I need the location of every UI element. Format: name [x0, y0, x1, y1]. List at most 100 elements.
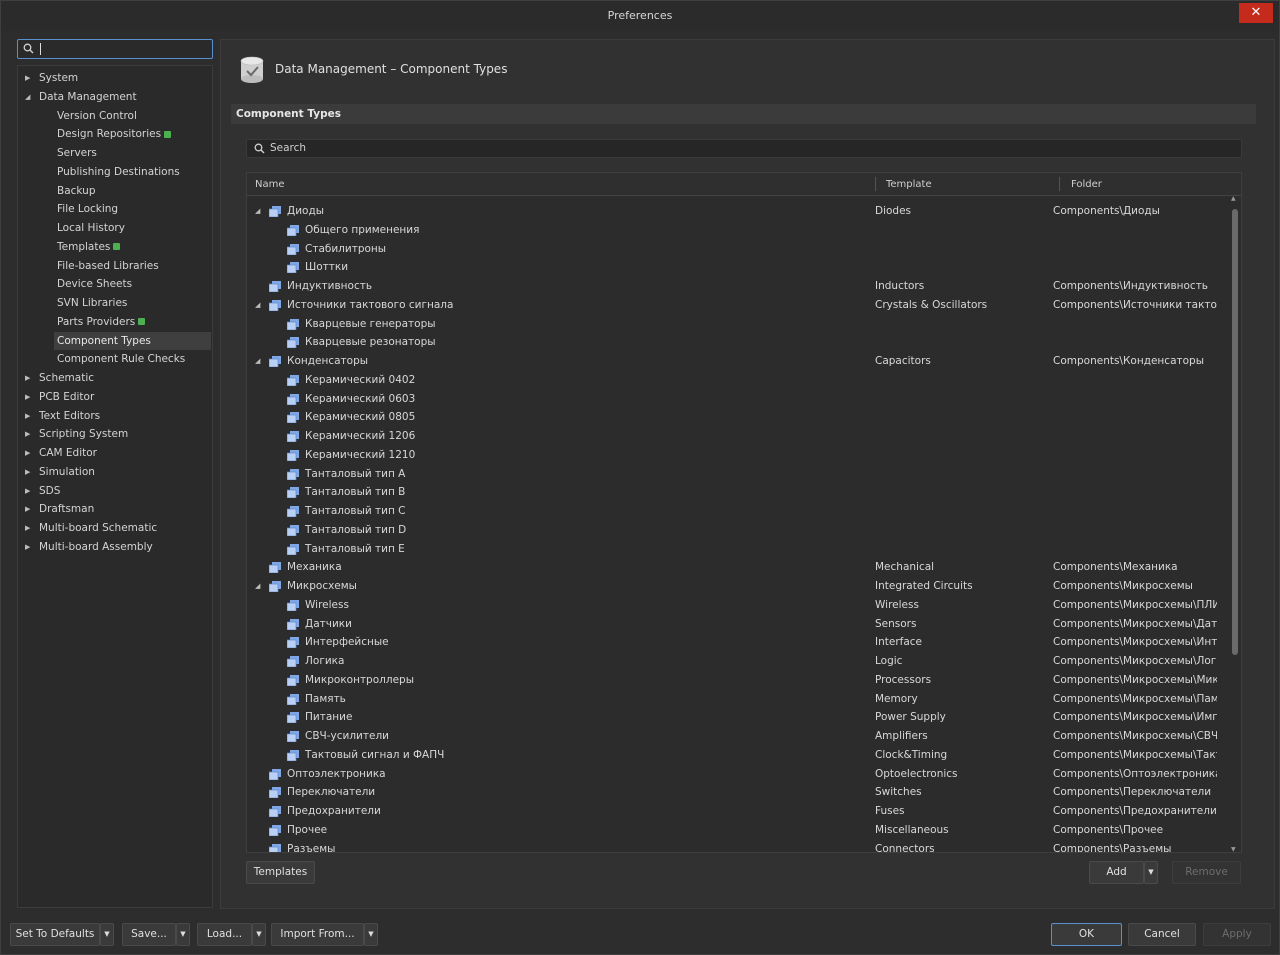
- sidebar-item[interactable]: ▶ Simulation: [18, 463, 212, 482]
- collapsed-arrow-icon[interactable]: ▶: [25, 407, 30, 425]
- collapsed-arrow-icon[interactable]: ▶: [25, 463, 30, 481]
- table-row[interactable]: Оптоэлектроника Optoelectronics Components…: [247, 765, 1227, 784]
- table-row[interactable]: Интерфейсные Interface Components\Микросхе…: [247, 633, 1227, 652]
- sidebar-item[interactable]: Servers: [18, 144, 212, 163]
- add-button[interactable]: Add: [1089, 861, 1144, 884]
- sidebar-item[interactable]: Component Rule Checks: [18, 350, 212, 369]
- expanded-arrow-icon[interactable]: ◢: [255, 202, 260, 220]
- table-row[interactable]: Предохранители Fuses Components\Предохрани…: [247, 802, 1227, 821]
- sidebar-item[interactable]: ◢ Data Management: [18, 88, 212, 107]
- sidebar-item[interactable]: Device Sheets: [18, 275, 212, 294]
- sidebar-item[interactable]: Version Control: [18, 107, 212, 126]
- column-header-folder[interactable]: Folder: [1071, 179, 1102, 190]
- table-row[interactable]: СВЧ-усилители Amplifiers Components\Микрос…: [247, 727, 1227, 746]
- cancel-button[interactable]: Cancel: [1128, 923, 1196, 946]
- table-row[interactable]: Прочее Miscellaneous Components\Прочее: [247, 821, 1227, 840]
- table-row[interactable]: Разъемы Connectors Components\Разъемы: [247, 840, 1227, 852]
- collapsed-arrow-icon[interactable]: ▶: [25, 388, 30, 406]
- save-button[interactable]: Save...: [122, 923, 176, 946]
- sidebar-item[interactable]: SVN Libraries: [18, 294, 212, 313]
- table-row[interactable]: Стабилитроны: [247, 240, 1227, 259]
- sidebar-item[interactable]: ▶ Multi-board Schematic: [18, 519, 212, 538]
- table-row[interactable]: Шоттки: [247, 258, 1227, 277]
- table-row[interactable]: Память Memory Components\Микросхемы\Памят: [247, 690, 1227, 709]
- sidebar-item[interactable]: ▶ Scripting System: [18, 425, 212, 444]
- table-row[interactable]: Керамический 1206: [247, 427, 1227, 446]
- table-row[interactable]: Датчики Sensors Components\Микросхемы\Датч…: [247, 615, 1227, 634]
- expanded-arrow-icon[interactable]: ◢: [255, 577, 260, 595]
- table-row[interactable]: Тактовый сигнал и ФАПЧ Clock&Timing Compon…: [247, 746, 1227, 765]
- table-row[interactable]: Общего применения: [247, 221, 1227, 240]
- column-separator[interactable]: [1059, 177, 1060, 191]
- expanded-arrow-icon[interactable]: ◢: [255, 296, 260, 314]
- table-row[interactable]: Танталовый тип B: [247, 483, 1227, 502]
- add-dropdown-arrow[interactable]: ▼: [1144, 861, 1158, 884]
- apply-button[interactable]: Apply: [1203, 923, 1271, 946]
- collapsed-arrow-icon[interactable]: ▶: [25, 444, 30, 462]
- expanded-arrow-icon[interactable]: ◢: [25, 88, 30, 106]
- collapsed-arrow-icon[interactable]: ▶: [25, 500, 30, 518]
- sidebar-item[interactable]: ▶ PCB Editor: [18, 388, 212, 407]
- expanded-arrow-icon[interactable]: ◢: [255, 352, 260, 370]
- sidebar-item[interactable]: Component Types: [54, 331, 211, 351]
- vertical-scrollbar[interactable]: ▲ ▼: [1231, 195, 1238, 852]
- sidebar-item[interactable]: File-based Libraries: [18, 257, 212, 276]
- sidebar-item[interactable]: Publishing Destinations: [18, 163, 212, 182]
- sidebar-item[interactable]: Design Repositories: [18, 125, 212, 144]
- column-header-template[interactable]: Template: [886, 179, 932, 190]
- sidebar-item[interactable]: ▶ Draftsman: [18, 500, 212, 519]
- table-row[interactable]: Индуктивность Inductors Components\Индукти…: [247, 277, 1227, 296]
- close-button[interactable]: ✕: [1239, 3, 1273, 23]
- table-row[interactable]: Логика Logic Components\Микросхемы\Логик: [247, 652, 1227, 671]
- table-row[interactable]: Танталовый тип E: [247, 540, 1227, 559]
- import-from-button[interactable]: Import From...: [271, 923, 364, 946]
- set-to-defaults-button[interactable]: Set To Defaults: [10, 923, 100, 946]
- sidebar-search-input[interactable]: [17, 39, 213, 59]
- collapsed-arrow-icon[interactable]: ▶: [25, 519, 30, 537]
- collapsed-arrow-icon[interactable]: ▶: [25, 425, 30, 443]
- sidebar-item[interactable]: Templates: [18, 238, 212, 257]
- column-separator[interactable]: [875, 177, 876, 191]
- sidebar-item[interactable]: ▶ Schematic: [18, 369, 212, 388]
- remove-button[interactable]: Remove: [1172, 861, 1241, 884]
- sidebar-item[interactable]: ▶ Multi-board Assembly: [18, 538, 212, 557]
- set-to-defaults-dropdown-arrow[interactable]: ▼: [100, 923, 114, 946]
- save-dropdown-arrow[interactable]: ▼: [176, 923, 190, 946]
- table-row[interactable]: ◢ Микросхемы Integrated Circuits Components…: [247, 577, 1227, 596]
- sidebar-item[interactable]: Backup: [18, 182, 212, 201]
- sidebar-item[interactable]: ▶ SDS: [18, 482, 212, 501]
- table-row[interactable]: Кварцевые генераторы: [247, 315, 1227, 334]
- sidebar-item[interactable]: ▶ Text Editors: [18, 407, 212, 426]
- load-dropdown-arrow[interactable]: ▼: [252, 923, 266, 946]
- table-row[interactable]: Wireless Wireless Components\Микросхемы\ПЛ…: [247, 596, 1227, 615]
- templates-button[interactable]: Templates: [246, 861, 315, 884]
- load-button[interactable]: Load...: [197, 923, 252, 946]
- table-row[interactable]: ◢ Источники тактового сигнала Crystals & O…: [247, 296, 1227, 315]
- table-row[interactable]: Кварцевые резонаторы: [247, 333, 1227, 352]
- table-row[interactable]: Питание Power Supply Components\Микросхемы…: [247, 708, 1227, 727]
- import-from-dropdown-arrow[interactable]: ▼: [364, 923, 378, 946]
- sidebar-item[interactable]: ▶ System: [18, 69, 212, 88]
- collapsed-arrow-icon[interactable]: ▶: [25, 482, 30, 500]
- scroll-up-icon[interactable]: ▲: [1231, 195, 1236, 202]
- sidebar-item[interactable]: File Locking: [18, 200, 212, 219]
- collapsed-arrow-icon[interactable]: ▶: [25, 369, 30, 387]
- table-row[interactable]: Танталовый тип A: [247, 465, 1227, 484]
- collapsed-arrow-icon[interactable]: ▶: [25, 69, 30, 87]
- table-row[interactable]: Керамический 1210: [247, 446, 1227, 465]
- ok-button[interactable]: OK: [1051, 923, 1122, 946]
- grid-search-input[interactable]: Search: [246, 139, 1242, 158]
- table-row[interactable]: ◢ Диоды Diodes Components\Диоды: [247, 202, 1227, 221]
- table-row[interactable]: Микроконтроллеры Processors Components\Мик…: [247, 671, 1227, 690]
- table-row[interactable]: Танталовый тип D: [247, 521, 1227, 540]
- table-row[interactable]: Керамический 0603: [247, 390, 1227, 409]
- scrollbar-thumb[interactable]: [1232, 209, 1238, 655]
- table-row[interactable]: ◢ Конденсаторы Capacitors Components\Конден…: [247, 352, 1227, 371]
- sidebar-item[interactable]: Local History: [18, 219, 212, 238]
- table-row[interactable]: Переключатели Switches Components\Переключ…: [247, 783, 1227, 802]
- table-row[interactable]: Керамический 0402: [247, 371, 1227, 390]
- sidebar-item[interactable]: Parts Providers: [18, 313, 212, 332]
- sidebar-item[interactable]: ▶ CAM Editor: [18, 444, 212, 463]
- table-row[interactable]: Механика Mechanical Components\Механика: [247, 558, 1227, 577]
- collapsed-arrow-icon[interactable]: ▶: [25, 538, 30, 556]
